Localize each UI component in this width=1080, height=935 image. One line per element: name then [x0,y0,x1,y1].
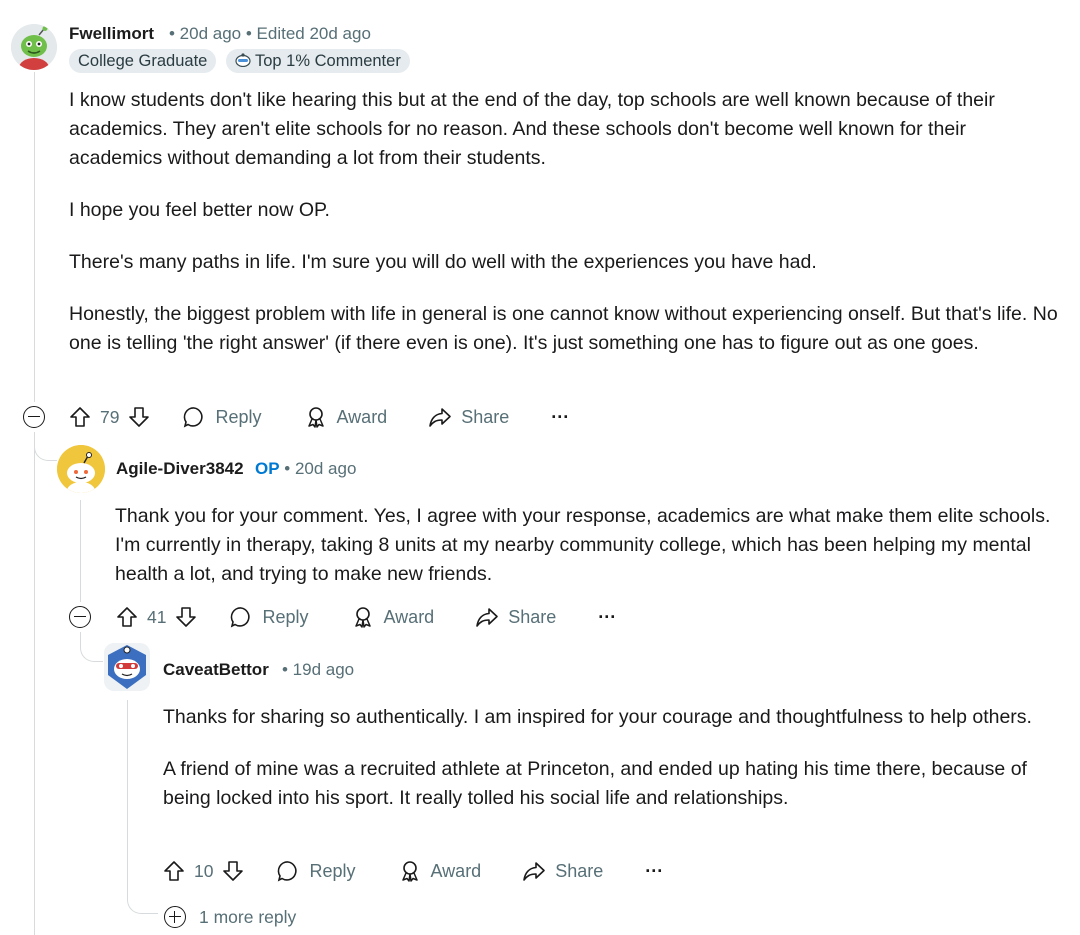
downvote-icon [129,407,150,427]
thread-line-level-1[interactable] [34,72,35,402]
share-icon [523,862,546,881]
downvote-icon [176,607,197,627]
reply-button[interactable]: Reply [229,605,309,629]
upvote-button[interactable] [115,605,139,629]
comment-author[interactable]: Fwellimort [69,24,154,44]
more-options-icon: ··· [645,860,664,881]
more-replies-link[interactable]: 1 more reply [199,907,296,928]
avatar[interactable] [104,643,150,691]
comment-body: I know students don't like hearing this … [69,86,1059,358]
award-label: Award [336,406,388,427]
comment-actions: 79 Reply Award Share ··· [68,399,569,435]
comment-meta: • 20d ago • Edited 20d ago [169,24,371,43]
upvote-button[interactable] [68,405,92,429]
more-options-icon: ··· [551,406,570,427]
comment-paragraph: A friend of mine was a recruited athlete… [163,758,1027,809]
award-button[interactable]: Award [351,605,435,629]
expand-replies-button[interactable] [164,906,186,928]
award-button[interactable]: Award [398,859,482,883]
downvote-button[interactable] [221,859,245,883]
comment-actions: 10 Reply Award Share ··· [162,853,663,889]
default-snoo-avatar-icon [57,445,105,493]
thread-connector-reply-2 [80,632,103,662]
thread-connector-reply-1 [34,432,57,461]
reply-button[interactable]: Reply [276,859,356,883]
comment-bubble-icon [184,407,204,428]
collapse-thread-button[interactable] [69,606,91,628]
award-label: Award [430,860,482,881]
comment-bubble-icon [278,861,298,882]
award-icon [401,861,418,882]
vote-count: 41 [147,606,167,627]
avatar[interactable] [11,24,57,70]
award-icon [354,607,371,628]
comment-paragraph: Thank you for your comment. Yes, I agree… [115,505,1051,585]
comment-meta: OP • 20d ago [255,459,356,479]
comment-time: • 20d ago [284,459,357,478]
comment-meta: • 19d ago [282,660,355,679]
share-label: Share [461,406,510,427]
comment-author[interactable]: CaveatBettor [163,660,269,680]
upvote-button[interactable] [162,859,186,883]
flair-label: Top 1% Commenter [255,52,401,70]
reply-label: Reply [309,860,356,881]
more-options-button[interactable]: ··· [645,861,663,882]
award-icon [307,407,324,428]
share-button[interactable]: Share [522,859,603,883]
share-button[interactable]: Share [475,605,556,629]
award-button[interactable]: Award [304,405,388,429]
flair-label: College Graduate [78,52,208,70]
more-options-icon: ··· [598,606,617,627]
more-options-button[interactable]: ··· [598,607,616,628]
comment-author[interactable]: Agile-Diver3842 [116,459,244,479]
more-options-button[interactable]: ··· [551,407,569,428]
downvote-button[interactable] [174,605,198,629]
thread-line-level-1-lower[interactable] [34,432,35,935]
snoo-avatar-icon [11,24,57,70]
share-button[interactable]: Share [428,405,509,429]
comment-bubble-icon [231,607,251,628]
downvote-icon [223,861,244,881]
downvote-button[interactable] [127,405,151,429]
reply-label: Reply [215,406,262,427]
thread-line-level-2[interactable] [80,500,81,602]
vote-count: 79 [100,406,120,427]
top-commenter-flair: Top 1% Commenter [226,49,410,73]
comment-paragraph: I know students don't like hearing this … [69,89,995,169]
upvote-icon [70,407,90,427]
thread-connector-more-replies [127,850,158,914]
reply-label: Reply [262,606,309,627]
comment-paragraph: Honestly, the biggest problem with life … [69,303,1058,354]
top-commenter-icon [235,49,251,73]
reply-button[interactable]: Reply [182,405,262,429]
share-icon [476,608,499,627]
upvote-icon [117,607,137,627]
share-label: Share [555,860,604,881]
award-label: Award [383,606,435,627]
thread-line-level-3[interactable] [127,700,128,850]
collapse-thread-button[interactable] [23,406,45,428]
comment-actions: 41 Reply Award Share ··· [115,599,616,635]
comment-paragraph: There's many paths in life. I'm sure you… [69,251,817,273]
comment-body: Thank you for your comment. Yes, I agree… [115,502,1060,589]
upvote-icon [164,861,184,881]
comment-paragraph: Thanks for sharing so authentically. I a… [163,706,1032,728]
comment-body: Thanks for sharing so authentically. I a… [163,703,1068,813]
vote-count: 10 [194,860,214,881]
share-label: Share [508,606,557,627]
op-badge: OP [255,459,280,478]
snoo-avatar-icon [108,645,146,689]
avatar[interactable] [57,445,105,493]
comment-paragraph: I hope you feel better now OP. [69,199,330,221]
user-flair: College Graduate [69,49,217,73]
share-icon [429,408,452,427]
